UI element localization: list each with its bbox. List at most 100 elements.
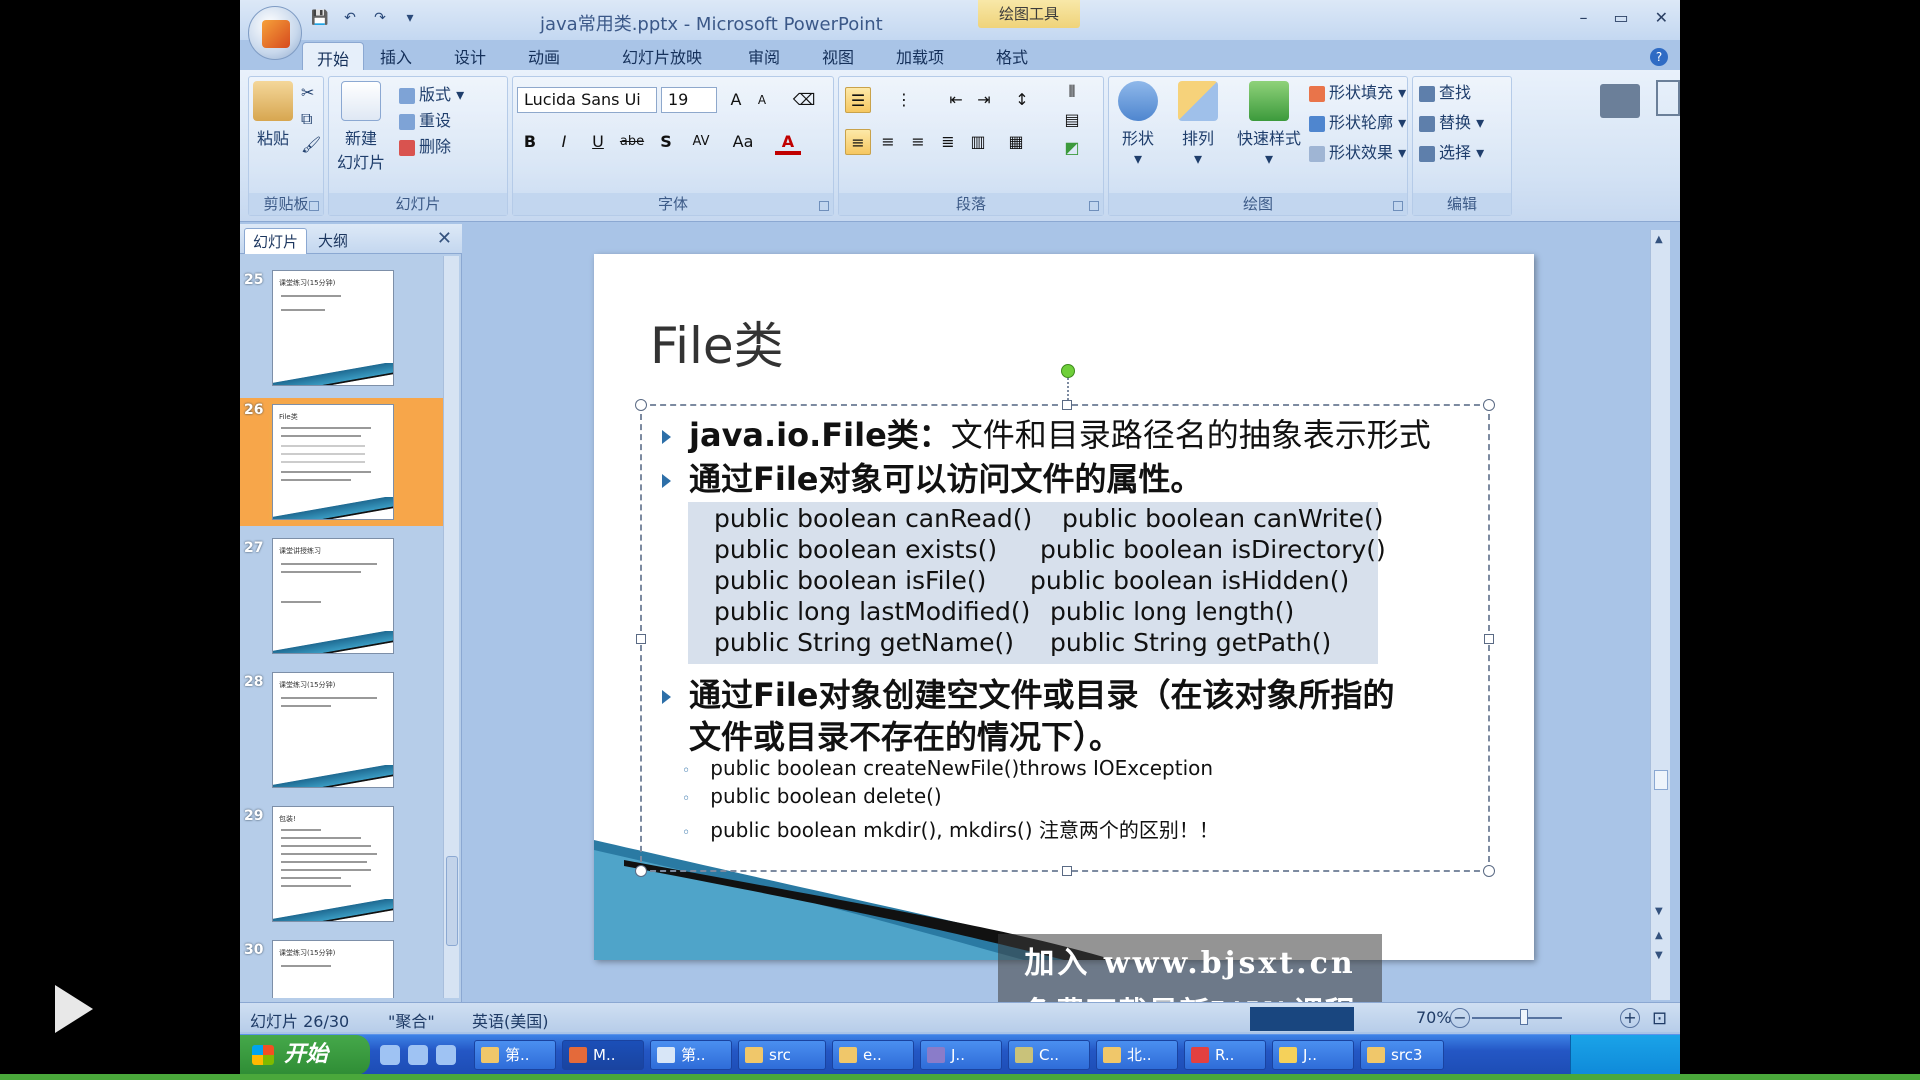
editor-scroll-thumb[interactable] <box>1654 770 1668 790</box>
task-item[interactable]: src3 <box>1360 1040 1444 1070</box>
smartart-icon[interactable]: ◩ <box>1059 135 1085 161</box>
tab-review[interactable]: 审阅 <box>748 44 780 68</box>
resize-handle-nw[interactable] <box>635 399 647 411</box>
addin-icon[interactable] <box>1600 84 1640 118</box>
slide-thumb-27[interactable]: 27 课堂讲授练习 <box>240 536 450 662</box>
numbering-button[interactable]: ⋮ <box>891 87 917 113</box>
strikethrough-button[interactable]: abe <box>619 129 645 155</box>
align-left-button[interactable]: ≡ <box>845 129 871 155</box>
arrange-button[interactable]: 排列 ▾ <box>1173 81 1223 168</box>
clipboard-launcher-icon[interactable] <box>309 201 319 211</box>
zoom-in-icon[interactable]: + <box>1620 1008 1640 1028</box>
close-button[interactable]: ✕ <box>1655 8 1668 27</box>
slide-thumb-26[interactable]: 26 File类 <box>240 398 450 526</box>
zoom-out-icon[interactable]: − <box>1450 1008 1470 1028</box>
distributed-button[interactable]: ▥ <box>965 129 991 155</box>
font-family-select[interactable]: Lucida Sans Ui <box>517 87 657 113</box>
show-desktop-icon[interactable] <box>380 1045 400 1065</box>
view-buttons[interactable] <box>1250 1007 1354 1031</box>
bold-button[interactable]: B <box>517 129 543 155</box>
editor-scrollbar[interactable]: ▲ ▼ ▲ ▼ <box>1650 230 1670 1000</box>
bullets-button[interactable]: ☰ <box>845 87 871 113</box>
maximize-button[interactable]: ▭ <box>1613 8 1628 27</box>
quick-styles-button[interactable]: 快速样式 ▾ <box>1233 81 1305 168</box>
select-button[interactable]: 选择 ▾ <box>1419 139 1484 163</box>
task-item[interactable]: 第.. <box>474 1040 556 1070</box>
slide-thumb-30[interactable]: 30 课堂练习(15分钟) <box>240 938 450 998</box>
reset-button[interactable]: 重设 <box>399 107 451 131</box>
tab-addins[interactable]: 加载项 <box>896 44 944 68</box>
justify-button[interactable]: ≣ <box>935 129 961 155</box>
tab-home[interactable]: 开始 <box>302 42 365 73</box>
task-item[interactable]: R.. <box>1184 1040 1266 1070</box>
shadow-button[interactable]: S <box>653 129 679 155</box>
line-spacing-icon[interactable]: ↕ <box>1009 87 1035 113</box>
resize-handle-s[interactable] <box>1062 866 1072 876</box>
font-launcher-icon[interactable] <box>819 201 829 211</box>
pane-close-icon[interactable]: ✕ <box>437 228 452 249</box>
shape-fill-button[interactable]: 形状填充 ▾ <box>1309 79 1406 103</box>
scroll-down-icon[interactable]: ▼ <box>1655 906 1663 917</box>
minimize-button[interactable]: – <box>1579 8 1587 27</box>
char-spacing-button[interactable]: AV <box>683 129 719 155</box>
paragraph-launcher-icon[interactable] <box>1089 201 1099 211</box>
cut-icon[interactable]: ✂ <box>301 83 314 102</box>
underline-button[interactable]: U <box>585 129 611 155</box>
save-icon[interactable]: 💾 <box>310 8 330 28</box>
pane-scrollbar[interactable] <box>443 256 459 998</box>
layout-button[interactable]: 版式 ▾ <box>399 81 464 105</box>
zoom-slider[interactable] <box>1472 1017 1562 1019</box>
task-item[interactable]: src <box>738 1040 826 1070</box>
replace-button[interactable]: 替换 ▾ <box>1419 109 1484 133</box>
tab-slideshow[interactable]: 幻灯片放映 <box>622 44 702 68</box>
increase-indent-icon[interactable]: ⇥ <box>971 87 997 113</box>
clear-formatting-icon[interactable]: ⌫ <box>791 87 817 113</box>
tab-view[interactable]: 视图 <box>822 44 854 68</box>
shape-outline-button[interactable]: 形状轮廓 ▾ <box>1309 109 1406 133</box>
shapes-button[interactable]: 形状 ▾ <box>1113 81 1163 168</box>
rotation-handle[interactable] <box>1061 364 1075 378</box>
scroll-up-icon[interactable]: ▲ <box>1655 234 1663 245</box>
resize-handle-n[interactable] <box>1062 400 1072 410</box>
new-slide-button[interactable]: 新建 幻灯片 <box>335 81 387 173</box>
resize-handle-e[interactable] <box>1484 634 1494 644</box>
resize-handle-sw[interactable] <box>635 865 647 877</box>
pane-scroll-thumb[interactable] <box>446 856 458 946</box>
tab-outline-pane[interactable]: 大纲 <box>310 228 356 253</box>
zoom-level[interactable]: 70% <box>1416 1008 1452 1027</box>
task-item[interactable]: e.. <box>832 1040 914 1070</box>
font-color-button[interactable]: A <box>775 129 801 155</box>
slide-thumb-25[interactable]: 25 课堂练习(15分钟) <box>240 268 450 394</box>
language-indicator[interactable]: 英语(美国) <box>472 1008 549 1032</box>
format-painter-icon[interactable]: 🖌 <box>301 135 321 154</box>
resize-handle-w[interactable] <box>636 634 646 644</box>
italic-button[interactable]: I <box>551 129 577 155</box>
start-button[interactable]: 开始 <box>240 1035 370 1075</box>
find-button[interactable]: 查找 <box>1419 79 1471 103</box>
drawing-launcher-icon[interactable] <box>1393 201 1403 211</box>
tab-insert[interactable]: 插入 <box>380 44 412 68</box>
change-case-button[interactable]: Aa <box>725 129 761 155</box>
task-item[interactable]: 第.. <box>650 1040 732 1070</box>
text-direction-icon[interactable]: ⫴ <box>1059 79 1085 105</box>
fit-window-icon[interactable]: ⊡ <box>1652 1008 1667 1029</box>
help-icon[interactable]: ? <box>1650 48 1668 66</box>
shape-effects-button[interactable]: 形状效果 ▾ <box>1309 139 1406 163</box>
font-size-select[interactable]: 19 <box>661 87 717 113</box>
decrease-indent-icon[interactable]: ⇤ <box>943 87 969 113</box>
prev-slide-icon[interactable]: ▲ <box>1655 930 1663 941</box>
ie-icon[interactable] <box>408 1045 428 1065</box>
task-item[interactable]: J.. <box>1272 1040 1354 1070</box>
system-tray[interactable] <box>1570 1035 1680 1075</box>
content-textbox[interactable]: java.io.File类：文件和目录路径名的抽象表示形式 通过File对象可以… <box>635 364 1495 877</box>
addin-icon-2[interactable] <box>1656 80 1680 116</box>
copy-icon[interactable]: ⧉ <box>301 109 312 129</box>
video-play-icon[interactable] <box>55 985 93 1033</box>
video-progress-bar[interactable] <box>0 1074 1920 1080</box>
task-item[interactable]: 北.. <box>1096 1040 1178 1070</box>
grow-font-button[interactable]: A <box>723 87 749 113</box>
redo-icon[interactable]: ↷ <box>370 8 390 28</box>
resize-handle-ne[interactable] <box>1483 399 1495 411</box>
align-center-button[interactable]: ≡ <box>875 129 901 155</box>
tab-design[interactable]: 设计 <box>454 44 486 68</box>
